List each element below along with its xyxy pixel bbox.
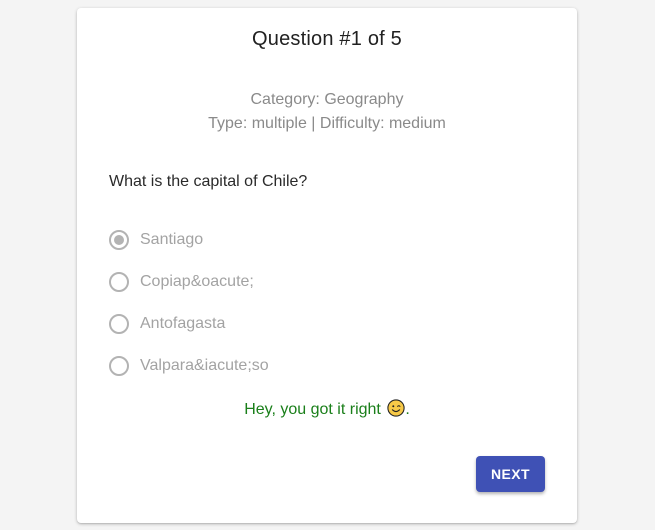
question-counter-title: Question #1 of 5	[252, 28, 402, 50]
answer-option-label: Antofagasta	[140, 315, 226, 332]
quiz-card: Question #1 of 5 Category: Geography Typ…	[77, 8, 577, 523]
radio-button[interactable]	[109, 314, 129, 334]
answer-option[interactable]: Valpara&iacute;so	[109, 348, 549, 390]
feedback-message: Hey, you got it right .	[77, 399, 577, 419]
type-difficulty-text: Type: multiple | Difficulty: medium	[208, 115, 446, 132]
smiley-icon	[387, 399, 405, 417]
feedback-suffix: .	[405, 401, 410, 418]
question-text: What is the capital of Chile?	[109, 173, 308, 190]
radio-button[interactable]	[109, 356, 129, 376]
radio-button[interactable]	[109, 272, 129, 292]
answer-option[interactable]: Antofagasta	[109, 306, 549, 348]
answer-option-label: Valpara&iacute;so	[140, 357, 269, 374]
answer-option[interactable]: Copiap&oacute;	[109, 264, 549, 306]
answer-option-label: Copiap&oacute;	[140, 273, 254, 290]
category-text: Category: Geography	[250, 91, 404, 108]
feedback-text: Hey, you got it right	[244, 401, 381, 418]
radio-button-selected[interactable]	[109, 230, 129, 250]
next-button[interactable]: NEXT	[476, 456, 545, 492]
answer-option[interactable]: Santiago	[109, 222, 549, 264]
answer-option-label: Santiago	[140, 231, 204, 248]
answer-options: Santiago Copiap&oacute; Antofagasta Valp…	[109, 222, 549, 390]
